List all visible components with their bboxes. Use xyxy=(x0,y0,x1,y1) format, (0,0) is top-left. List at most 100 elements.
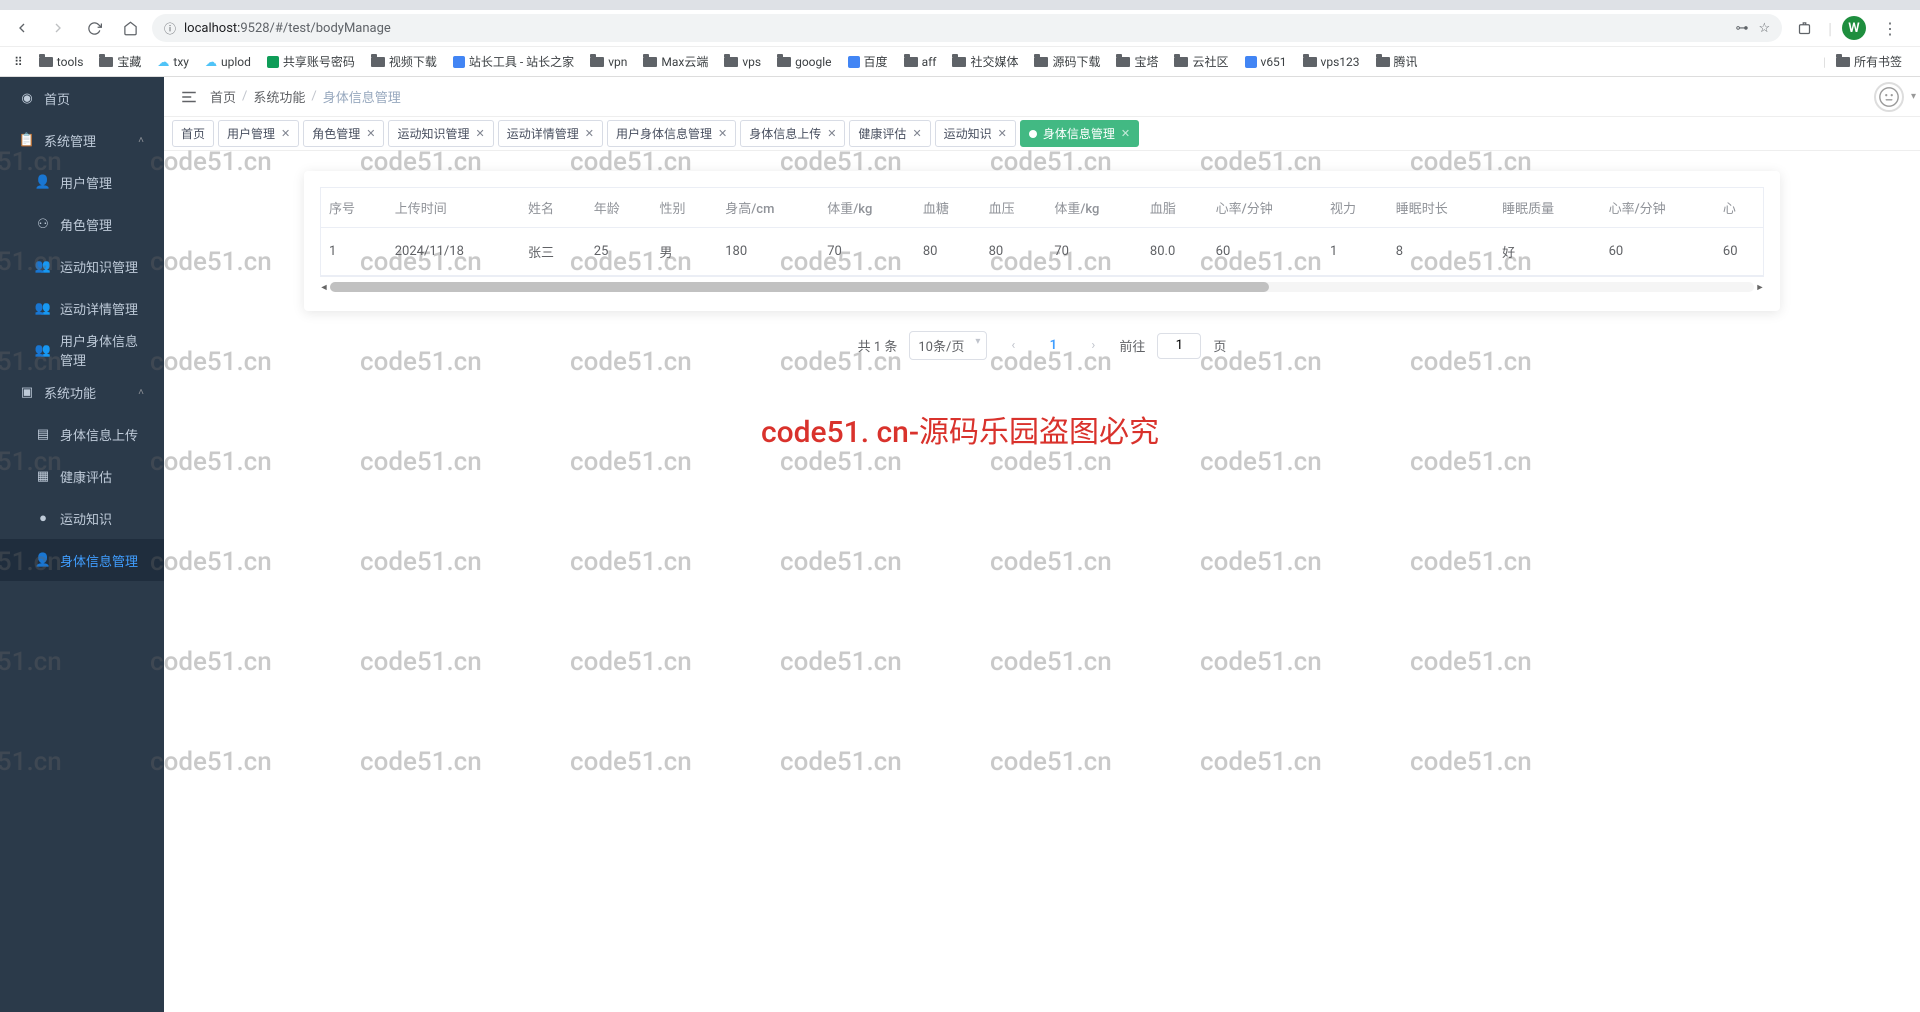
sidebar-group-function[interactable]: ▣ 系统功能 ˄ xyxy=(0,371,164,413)
breadcrumb-separator: / xyxy=(242,89,247,104)
bookmark-item[interactable]: tools xyxy=(33,49,90,74)
scroll-right-icon[interactable]: ► xyxy=(1752,279,1768,295)
user-icon: ⚇ xyxy=(36,217,50,231)
next-page-button[interactable]: › xyxy=(1079,332,1107,360)
table-header: 上传时间 xyxy=(387,188,520,228)
bookmark-item[interactable]: ☁uplod xyxy=(199,49,257,74)
close-icon[interactable]: ✕ xyxy=(476,127,485,140)
bookmark-item[interactable]: 百度 xyxy=(842,49,894,74)
apps-icon[interactable]: ⠿ xyxy=(8,51,29,73)
total-text: 共 1 条 xyxy=(858,336,898,355)
sidebar-item-home[interactable]: ◉ 首页 xyxy=(0,77,164,119)
all-bookmarks[interactable]: 所有书签 xyxy=(1830,49,1908,74)
close-icon[interactable]: ✕ xyxy=(366,127,375,140)
scrollbar-thumb[interactable] xyxy=(330,282,1269,292)
tab-chip[interactable]: 运动详情管理✕ xyxy=(498,120,603,147)
extensions-icon[interactable] xyxy=(1790,14,1818,42)
table-header: 血压 xyxy=(981,188,1047,228)
tab-chip[interactable]: 运动知识管理✕ xyxy=(388,120,493,147)
close-icon[interactable]: ✕ xyxy=(718,127,727,140)
table-header: 心 xyxy=(1715,188,1763,228)
close-icon[interactable]: ✕ xyxy=(1121,127,1130,140)
sidebar-item-label: 运动知识管理 xyxy=(60,257,138,276)
tab-label: 用户管理 xyxy=(227,125,275,142)
horizontal-scrollbar[interactable]: ◄ ► xyxy=(320,279,1764,295)
bookmark-item[interactable]: 腾讯 xyxy=(1370,49,1424,74)
bookmark-item[interactable]: 云社区 xyxy=(1168,49,1234,74)
key-icon[interactable]: ⊶ xyxy=(1735,21,1748,36)
bookmark-item[interactable]: vpn xyxy=(584,49,633,74)
page-size-select[interactable]: 10条/页 xyxy=(909,331,987,360)
bookmark-item[interactable]: 源码下载 xyxy=(1028,49,1106,74)
sidebar-item[interactable]: 👥运动知识管理 xyxy=(0,245,164,287)
sidebar-item[interactable]: 👤用户管理 xyxy=(0,161,164,203)
tab-label: 运动知识 xyxy=(944,125,992,142)
bookmark-item[interactable]: ☁txy xyxy=(151,49,195,74)
prev-page-button[interactable]: ‹ xyxy=(999,332,1027,360)
hamburger-icon[interactable] xyxy=(180,88,198,106)
bookmark-item[interactable]: vps123 xyxy=(1297,49,1366,74)
profile-avatar[interactable]: W xyxy=(1842,16,1866,40)
sidebar-item[interactable]: ▦健康评估 xyxy=(0,455,164,497)
reload-button[interactable] xyxy=(80,14,108,42)
bookmark-item[interactable]: 社交媒体 xyxy=(946,49,1024,74)
forward-button[interactable] xyxy=(44,14,72,42)
clipboard-icon: 📋 xyxy=(20,133,34,147)
module-icon: ▣ xyxy=(20,385,34,399)
bookmark-item[interactable]: 宝塔 xyxy=(1110,49,1164,74)
table-cell: 180 xyxy=(717,228,819,276)
bookmark-item[interactable]: vps xyxy=(718,49,767,74)
sidebar-item[interactable]: ⚇角色管理 xyxy=(0,203,164,245)
table-header: 身高/cm xyxy=(717,188,819,228)
bookmark-item[interactable]: 视频下载 xyxy=(365,49,443,74)
goto-input[interactable] xyxy=(1157,333,1201,359)
bookmark-item[interactable]: v651 xyxy=(1239,49,1293,74)
bookmark-item[interactable]: aff xyxy=(898,49,943,74)
back-button[interactable] xyxy=(8,14,36,42)
tab-chip[interactable]: 运动知识 ✕ xyxy=(935,120,1016,147)
sidebar-item[interactable]: ▤身体信息上传 xyxy=(0,413,164,455)
address-bar[interactable]: ⓘ localhost:9528/#/test/bodyManage ⊶ ☆ xyxy=(152,14,1782,42)
sidebar-item[interactable]: ●运动知识 xyxy=(0,497,164,539)
bookmark-item[interactable]: 站长工具 - 站长之家 xyxy=(447,49,580,74)
table-cell: 60 xyxy=(1208,228,1322,276)
tabs-bar: 首页用户管理✕角色管理✕运动知识管理✕运动详情管理✕用户身体信息管理✕身体信息上… xyxy=(164,117,1920,151)
user-avatar[interactable] xyxy=(1874,82,1904,112)
tab-chip[interactable]: 用户管理 ✕ xyxy=(218,120,299,147)
tab-chip[interactable]: 健康评估✕ xyxy=(849,120,930,147)
home-button[interactable] xyxy=(116,14,144,42)
close-icon[interactable]: ✕ xyxy=(998,127,1007,140)
sidebar-item[interactable]: 👥用户身体信息管理 xyxy=(0,329,164,371)
bookmark-item[interactable]: Max云端 xyxy=(637,49,714,74)
menu-icon[interactable]: ⋮ xyxy=(1876,14,1904,42)
url-text: localhost:9528/#/test/bodyManage xyxy=(184,21,1727,36)
folder-icon xyxy=(643,57,657,67)
bookmarks-bar: ⠿ tools宝藏☁txy☁uplod共享账号密码视频下载站长工具 - 站长之家… xyxy=(0,46,1920,76)
bookmark-item[interactable]: 共享账号密码 xyxy=(261,49,361,74)
sidebar-item[interactable]: 👥运动详情管理 xyxy=(0,287,164,329)
close-icon[interactable]: ✕ xyxy=(281,127,290,140)
close-icon[interactable]: ✕ xyxy=(585,127,594,140)
bookmark-item[interactable]: 宝藏 xyxy=(93,49,147,74)
sidebar-item[interactable]: 👤身体信息管理 xyxy=(0,539,164,581)
close-icon[interactable]: ✕ xyxy=(827,127,836,140)
close-icon[interactable]: ✕ xyxy=(912,127,921,140)
tab-chip[interactable]: 身体信息上传✕ xyxy=(740,120,845,147)
table-header: 血糖 xyxy=(915,188,981,228)
table-header: 体重/kg xyxy=(819,188,915,228)
breadcrumb-item[interactable]: 系统功能 xyxy=(253,87,305,106)
tab-chip[interactable]: 角色管理✕ xyxy=(303,120,384,147)
table-row[interactable]: 12024/11/18张三25男1807080807080.06018好6060 xyxy=(321,228,1763,276)
sidebar-item-label: 健康评估 xyxy=(60,467,112,486)
table-header: 视力 xyxy=(1322,188,1388,228)
sidebar-group-system[interactable]: 📋 系统管理 ˄ xyxy=(0,119,164,161)
bookmark-item[interactable]: google xyxy=(771,49,837,74)
breadcrumb-item[interactable]: 首页 xyxy=(210,87,236,106)
star-icon[interactable]: ☆ xyxy=(1758,21,1770,36)
doc-icon xyxy=(267,56,279,68)
tab-chip[interactable]: 身体信息管理✕ xyxy=(1020,120,1139,147)
tab-chip[interactable]: 用户身体信息管理✕ xyxy=(607,120,736,147)
page-number[interactable]: 1 xyxy=(1039,332,1067,360)
table-card: 序号上传时间姓名年龄性别身高/cm体重/kg血糖血压体重/kg血脂心率/分钟视力… xyxy=(304,171,1780,311)
tab-chip[interactable]: 首页 xyxy=(172,120,214,147)
